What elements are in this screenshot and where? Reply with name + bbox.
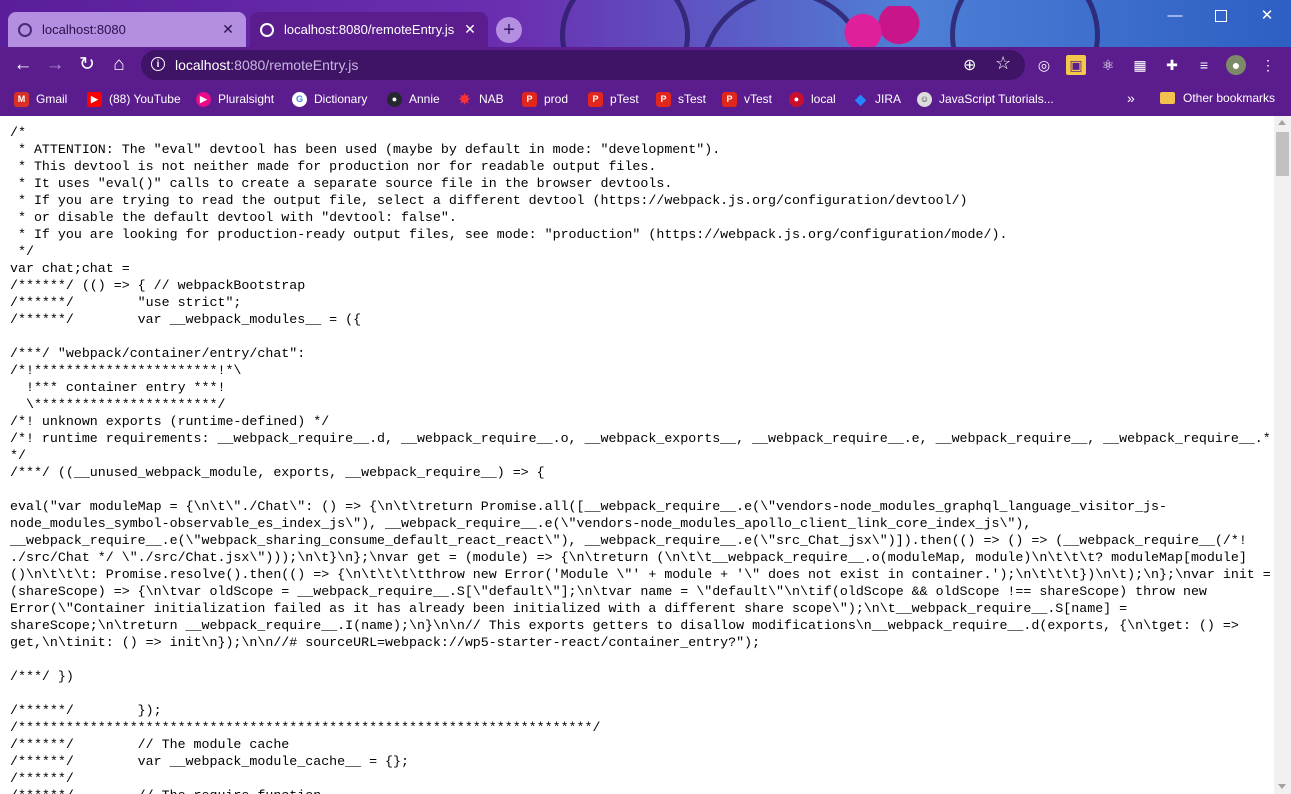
bookmarks-bar: M Gmail ▶ (88) YouTube ▶ Pluralsight G Dicti…: [0, 83, 1291, 116]
home-button[interactable]: ⌂: [105, 51, 133, 79]
scrollbar-thumb[interactable]: [1276, 132, 1289, 176]
prod-icon: P: [522, 91, 537, 107]
address-bar[interactable]: i localhost:8080/remoteEntry.js ⊕ ☆: [141, 50, 1025, 80]
bookmark-vtest[interactable]: PvTest: [722, 90, 772, 108]
menu-icon[interactable]: ⋮: [1258, 55, 1278, 75]
more-bookmarks-chevron-icon[interactable]: »: [1127, 90, 1135, 106]
bookmark-local[interactable]: ● local: [789, 90, 836, 108]
maximize-button[interactable]: [1198, 0, 1244, 31]
close-tab-icon[interactable]: ✕: [220, 21, 236, 38]
page-content: /* * ATTENTION: The "eval" devtool has b…: [0, 116, 1274, 794]
url-host: localhost: [175, 57, 231, 73]
site-info-icon[interactable]: i: [151, 57, 165, 71]
ptest-icon: P: [588, 91, 603, 107]
wallpaper-coral: [836, 6, 926, 47]
bookmark-prod[interactable]: Pprod: [522, 90, 568, 108]
url-text[interactable]: localhost:8080/remoteEntry.js: [175, 57, 358, 73]
source-code-text: /* * ATTENTION: The "eval" devtool has b…: [10, 125, 1271, 794]
bookmark-ptest[interactable]: PpTest: [588, 90, 639, 108]
scroll-down-arrow-icon[interactable]: [1278, 784, 1286, 789]
extension-grid-icon[interactable]: ▦: [1130, 55, 1150, 75]
url-path: :8080/remoteEntry.js: [230, 57, 359, 73]
react-devtools-icon[interactable]: ⚛: [1098, 55, 1118, 75]
globe-icon: [260, 22, 274, 37]
bookmark-gmail[interactable]: M Gmail: [14, 90, 67, 108]
tab-remote-entry[interactable]: localhost:8080/remoteEntry.js ✕: [250, 12, 488, 47]
browser-toolbar: ← → ↻ ⌂ i localhost:8080/remoteEntry.js …: [0, 47, 1291, 83]
minimize-button[interactable]: —: [1152, 0, 1198, 31]
jira-icon: ◆: [855, 90, 866, 107]
extensions-puzzle-icon[interactable]: ✚: [1162, 55, 1182, 75]
zoom-icon[interactable]: ⊕: [963, 55, 976, 75]
profile-avatar[interactable]: ●: [1226, 55, 1246, 75]
gmail-icon: M: [14, 91, 29, 107]
google-icon: G: [292, 91, 307, 107]
new-tab-button[interactable]: +: [496, 17, 522, 43]
github-icon: ●: [387, 91, 402, 107]
vertical-scrollbar[interactable]: [1274, 116, 1291, 794]
tab-strip: localhost:8080 ✕ localhost:8080/remoteEn…: [0, 0, 1291, 47]
javascript-icon: ☺: [917, 91, 932, 107]
extension-notes-icon[interactable]: ▣: [1066, 55, 1086, 75]
tab-title: localhost:8080/remoteEntry.js: [284, 22, 455, 37]
close-tab-icon[interactable]: ✕: [462, 21, 478, 38]
local-icon: ●: [789, 91, 804, 107]
bookmark-youtube[interactable]: ▶ (88) YouTube: [87, 90, 181, 108]
nab-icon: ✸: [458, 90, 471, 107]
scroll-up-arrow-icon[interactable]: [1278, 120, 1286, 125]
wallpaper-decoration: [950, 0, 1100, 47]
pluralsight-icon: ▶: [196, 91, 211, 107]
reload-button[interactable]: ↻: [73, 51, 101, 79]
forward-button[interactable]: →: [41, 51, 69, 79]
globe-icon: [18, 22, 32, 37]
bookmark-jira[interactable]: ◆ JIRA: [853, 90, 901, 108]
bookmark-javascript-tutorials[interactable]: ☺ JavaScript Tutorials...: [917, 90, 1054, 108]
wallpaper-decoration: [560, 0, 690, 47]
tab-title: localhost:8080: [42, 22, 126, 37]
bookmark-dictionary[interactable]: G Dictionary: [292, 90, 367, 108]
bookmark-nab[interactable]: ✸ NAB: [457, 90, 504, 108]
bookmark-stest[interactable]: PsTest: [656, 90, 706, 108]
media-queue-icon[interactable]: ≡: [1194, 55, 1214, 75]
other-bookmarks[interactable]: Other bookmarks: [1160, 91, 1275, 105]
bookmark-star-icon[interactable]: ☆: [995, 53, 1011, 74]
back-button[interactable]: ←: [9, 51, 37, 79]
bookmark-annie[interactable]: ● Annie: [387, 90, 440, 108]
close-window-button[interactable]: ✕: [1244, 0, 1290, 31]
extension-radar-icon[interactable]: ◎: [1034, 55, 1054, 75]
folder-icon: [1160, 92, 1175, 104]
tab-localhost[interactable]: localhost:8080 ✕: [8, 12, 246, 47]
maximize-icon: [1215, 10, 1227, 23]
youtube-icon: ▶: [87, 91, 102, 107]
vtest-icon: P: [722, 91, 737, 107]
stest-icon: P: [656, 91, 671, 107]
bookmark-pluralsight[interactable]: ▶ Pluralsight: [196, 90, 274, 108]
